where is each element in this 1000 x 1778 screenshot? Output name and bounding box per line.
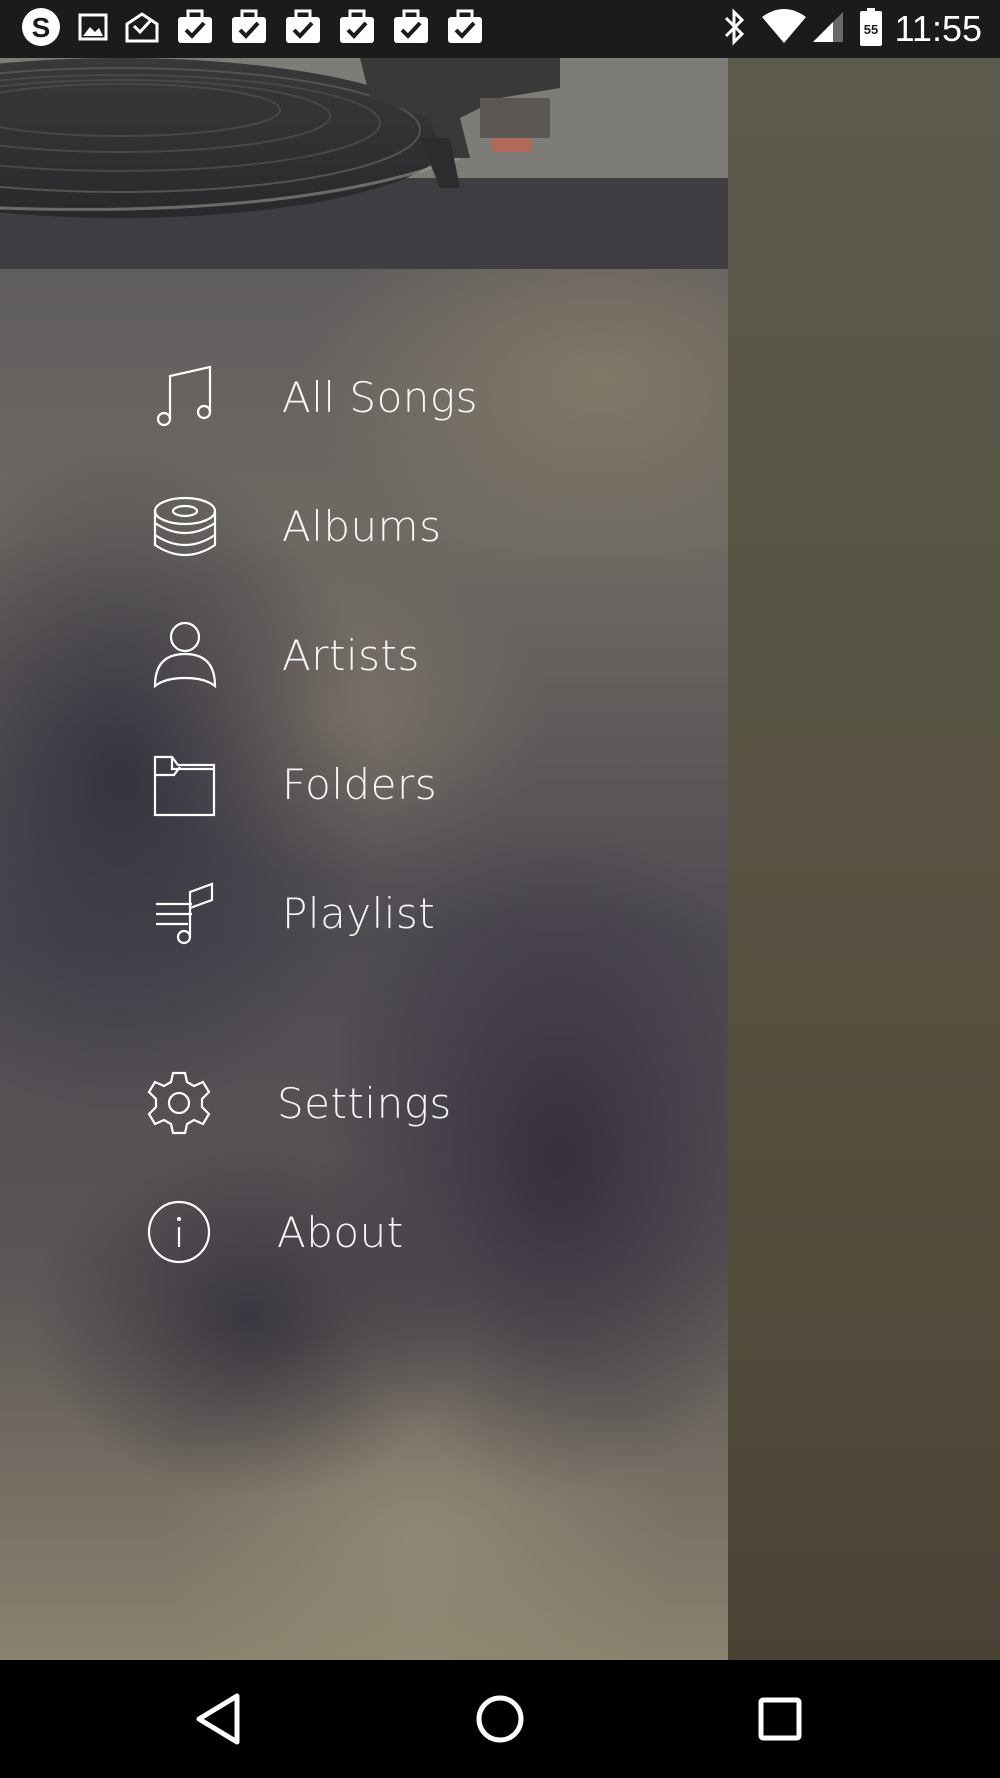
task-check-icon <box>176 9 214 49</box>
menu-item-settings[interactable]: Settings <box>0 1048 728 1158</box>
album-stack-icon <box>150 491 220 561</box>
folder-icon <box>150 749 220 819</box>
menu-item-all-songs[interactable]: All Songs <box>0 342 728 452</box>
mail-check-icon <box>124 10 160 48</box>
menu-item-label: Albums <box>282 501 442 551</box>
menu-item-albums[interactable]: Albums <box>0 471 728 581</box>
battery-icon: 55 <box>859 7 883 51</box>
cell-signal-icon <box>811 10 845 48</box>
wifi-icon <box>761 9 807 49</box>
turntable-photo <box>0 58 728 269</box>
notification-icons: S <box>20 6 500 52</box>
menu-item-label: About <box>277 1207 404 1257</box>
status-bar: S 55 11:55 <box>0 0 1000 58</box>
task-check-icon <box>284 9 322 49</box>
playlist-icon <box>150 878 220 948</box>
svg-text:S: S <box>32 12 51 43</box>
menu-item-about[interactable]: About <box>0 1177 728 1287</box>
menu-item-label: All Songs <box>282 372 478 422</box>
system-icons: 55 11:55 <box>709 0 982 58</box>
menu-item-label: Artists <box>282 630 420 680</box>
info-icon <box>144 1197 214 1267</box>
skype-icon: S <box>20 6 62 52</box>
menu-item-label: Folders <box>282 759 438 809</box>
person-icon <box>150 620 220 690</box>
menu-item-artists[interactable]: Artists <box>0 600 728 710</box>
gear-icon <box>144 1068 214 1138</box>
menu-item-folders[interactable]: Folders <box>0 729 728 839</box>
task-check-icon <box>446 9 484 49</box>
recents-icon[interactable] <box>745 1684 815 1754</box>
menu-item-label: Settings <box>277 1078 452 1128</box>
music-note-icon <box>150 362 220 432</box>
task-check-icon <box>230 9 268 49</box>
bluetooth-icon <box>723 8 747 50</box>
drawer-header-image <box>0 58 728 269</box>
task-check-icon <box>392 9 430 49</box>
clock: 11:55 <box>894 8 982 49</box>
system-navigation-bar <box>0 1660 1000 1778</box>
navigation-drawer: All Songs Albums Artists Folders Playlis… <box>0 58 728 1660</box>
home-icon[interactable] <box>465 1684 535 1754</box>
back-icon[interactable] <box>185 1684 255 1754</box>
menu-item-label: Playlist <box>282 888 436 938</box>
svg-text:55: 55 <box>863 22 877 37</box>
menu-item-playlist[interactable]: Playlist <box>0 858 728 968</box>
task-check-icon <box>338 9 376 49</box>
image-icon <box>78 12 108 46</box>
